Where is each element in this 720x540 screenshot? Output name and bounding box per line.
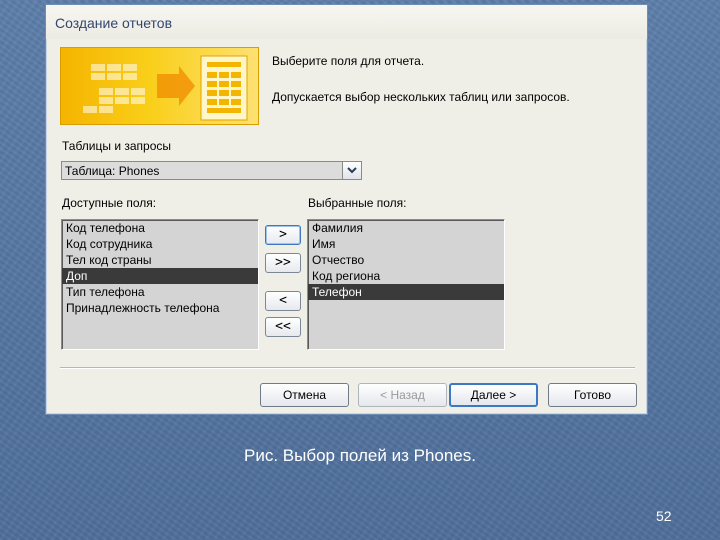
list-item[interactable]: Фамилия	[308, 220, 504, 236]
add-all-fields-button[interactable]: >>	[265, 253, 301, 273]
report-wizard-window: Создание отчетов Выберите поля для отчет…	[45, 4, 648, 415]
back-button[interactable]: < Назад	[358, 383, 447, 407]
list-item[interactable]: Код сотрудника	[62, 236, 258, 252]
chevron-down-icon[interactable]	[342, 162, 361, 179]
selected-fields-list[interactable]: Фамилия Имя Отчество Код региона Телефон	[307, 219, 505, 350]
cancel-button[interactable]: Отмена	[260, 383, 349, 407]
window-title: Создание отчетов	[55, 15, 173, 31]
selected-fields-label: Выбранные поля:	[308, 196, 407, 210]
add-field-button[interactable]: >	[265, 225, 301, 245]
list-item[interactable]: Тел код страны	[62, 252, 258, 268]
footer-divider	[60, 367, 635, 369]
remove-field-button[interactable]: <	[265, 291, 301, 311]
remove-all-fields-button[interactable]: <<	[265, 317, 301, 337]
slide-page-number: 52	[656, 508, 672, 524]
next-button[interactable]: Далее >	[449, 383, 538, 407]
available-fields-label: Доступные поля:	[62, 196, 157, 210]
slide-caption: Рис. Выбор полей из Phones.	[244, 446, 476, 465]
intro-text-secondary: Допускается выбор нескольких таблиц или …	[272, 90, 570, 104]
list-item[interactable]: Доп	[62, 268, 258, 284]
list-item[interactable]: Имя	[308, 236, 504, 252]
finish-button[interactable]: Готово	[548, 383, 637, 407]
tables-queries-label: Таблицы и запросы	[62, 139, 172, 153]
tables-queries-combobox[interactable]: Таблица: Phones	[61, 161, 362, 180]
wizard-illustration	[60, 47, 259, 125]
intro-text-primary: Выберите поля для отчета.	[272, 54, 425, 68]
list-item[interactable]: Отчество	[308, 252, 504, 268]
list-item[interactable]: Тип телефона	[62, 284, 258, 300]
title-bar: Создание отчетов	[46, 5, 647, 39]
combobox-value: Таблица: Phones	[65, 164, 160, 178]
list-item[interactable]: Код региона	[308, 268, 504, 284]
available-fields-list[interactable]: Код телефона Код сотрудника Тел код страны…	[61, 219, 259, 350]
list-item[interactable]: Телефон	[308, 284, 504, 300]
list-item[interactable]: Код телефона	[62, 220, 258, 236]
list-item[interactable]: Принадлежность телефона	[62, 300, 258, 316]
